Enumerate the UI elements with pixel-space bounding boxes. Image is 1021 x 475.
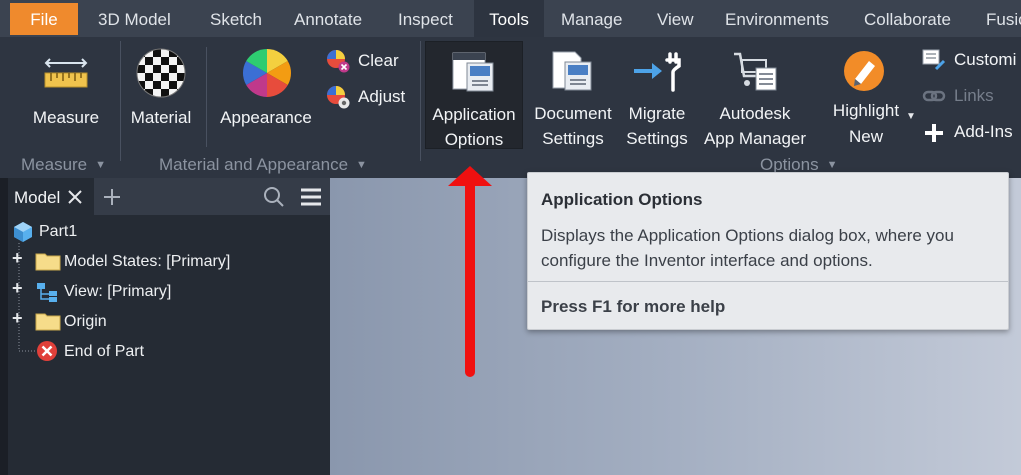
material-button[interactable]: Material	[125, 45, 197, 145]
model-tab-label: Model	[14, 188, 61, 207]
browser-header: Model	[8, 178, 330, 215]
material-appearance-panel-label: Material and Appearance	[159, 155, 349, 174]
adjust-button[interactable]: Adjust	[326, 83, 416, 109]
customize-button[interactable]: Customi	[922, 47, 1021, 73]
tree-label: Origin	[64, 313, 107, 330]
expand-icon[interactable]: +	[12, 308, 23, 329]
tab-fusion[interactable]: Fusio	[986, 0, 1021, 37]
ruler-icon	[44, 58, 88, 88]
chevron-down-icon: ▼	[826, 159, 838, 171]
part-cube-icon	[14, 222, 32, 242]
link-icon	[922, 90, 946, 102]
panel-divider	[120, 41, 121, 161]
add-ins-button[interactable]: Add-Ins	[922, 119, 1021, 145]
links-button[interactable]: Links	[922, 83, 1021, 109]
clear-label: Clear	[358, 51, 399, 70]
measure-button[interactable]: Measure	[20, 45, 112, 145]
document-settings-icon	[552, 51, 592, 91]
tree-label: Part1	[39, 223, 78, 240]
customize-icon	[922, 49, 946, 71]
tree-label: Model States: [Primary]	[64, 253, 231, 270]
tab-file[interactable]: File	[10, 3, 78, 35]
highlight-new-button[interactable]: Highlight New ▼	[826, 41, 916, 149]
migrate-settings-icon	[634, 52, 681, 92]
folder-icon	[35, 313, 61, 331]
close-icon[interactable]	[67, 189, 83, 205]
model-tab[interactable]: Model	[8, 178, 94, 215]
tooltip-description-line1: Displays the Application Options dialog …	[541, 226, 954, 245]
panel-divider	[420, 41, 421, 161]
migrate-settings-label-line1: Migrate	[628, 104, 686, 123]
tooltip-application-options: Application Options Displays the Applica…	[527, 172, 1009, 330]
view-rep-icon	[37, 283, 57, 302]
ribbon: Measure Measure ▼ Material Appearance Cl…	[0, 37, 1021, 178]
tab-collaborate[interactable]: Collaborate	[864, 0, 951, 37]
document-settings-label-line2: Settings	[542, 129, 604, 148]
menu-icon[interactable]	[300, 187, 322, 207]
tooltip-help: Press F1 for more help	[541, 297, 726, 316]
appearance-button[interactable]: Appearance	[214, 45, 318, 145]
tab-annotate[interactable]: Annotate	[294, 0, 362, 37]
add-ins-label: Add-Ins	[954, 122, 1013, 141]
measure-panel-title[interactable]: Measure ▼	[21, 155, 106, 175]
app-manager-button[interactable]: Autodesk App Manager	[697, 41, 813, 149]
tooltip-title: Application Options	[541, 190, 703, 209]
search-icon[interactable]	[263, 186, 285, 208]
checker-sphere-icon	[136, 48, 186, 98]
add-tab-icon[interactable]	[103, 188, 121, 206]
tree-label: End of Part	[64, 343, 145, 360]
annotation-arrow	[448, 166, 492, 377]
application-options-label-line2: Options	[444, 130, 504, 149]
tree-label: View: [Primary]	[64, 283, 172, 300]
folder-icon	[35, 253, 61, 271]
adjust-label: Adjust	[358, 87, 406, 106]
chevron-down-icon: ▼	[356, 159, 367, 171]
tab-tools[interactable]: Tools	[474, 0, 544, 37]
document-settings-label-line1: Document	[534, 104, 612, 123]
links-label: Links	[954, 86, 994, 105]
expand-icon[interactable]: +	[12, 278, 23, 299]
document-settings-button[interactable]: Document Settings	[527, 41, 619, 149]
adjust-appearance-icon	[327, 86, 350, 109]
measure-panel-label: Measure	[21, 155, 88, 174]
tab-manage[interactable]: Manage	[561, 0, 622, 37]
plus-icon	[925, 124, 943, 142]
migrate-settings-label-line2: Settings	[626, 129, 688, 148]
highlight-new-label-line2: New	[848, 127, 883, 146]
end-of-part-icon	[37, 341, 57, 361]
migrate-settings-button[interactable]: Migrate Settings	[620, 41, 694, 149]
measure-label: Measure	[32, 108, 100, 127]
tab-environments[interactable]: Environments	[725, 0, 829, 37]
highlight-new-label-line1: Highlight	[832, 101, 900, 120]
model-browser: Model Part1 + Model States: [Primary] + …	[8, 178, 330, 475]
color-wheel-icon	[242, 48, 292, 97]
material-appearance-panel-title[interactable]: Material and Appearance ▼	[159, 155, 367, 175]
tab-3d-model[interactable]: 3D Model	[98, 0, 171, 37]
inventor-window: File 3D Model Sketch Annotate Inspect To…	[0, 0, 1021, 475]
panel-divider	[206, 47, 207, 147]
application-options-icon	[452, 52, 494, 92]
clear-button[interactable]: Clear	[326, 47, 416, 73]
material-label: Material	[130, 108, 192, 127]
shopping-cart-icon	[734, 52, 777, 91]
tooltip-description: Displays the Application Options dialog …	[541, 223, 1001, 273]
app-manager-label-line1: Autodesk	[719, 104, 791, 123]
application-options-button[interactable]: Application Options	[425, 41, 523, 149]
tooltip-description-line2: configure the Inventor interface and opt…	[541, 251, 873, 270]
tooltip-divider	[528, 281, 1008, 282]
appearance-label: Appearance	[220, 108, 312, 127]
clear-appearance-icon	[327, 50, 350, 73]
tab-inspect[interactable]: Inspect	[398, 0, 453, 37]
customize-label: Customi	[954, 50, 1017, 69]
tab-sketch[interactable]: Sketch	[210, 0, 262, 37]
highlighter-icon	[844, 51, 884, 91]
chevron-down-icon: ▼	[906, 111, 916, 122]
application-options-label-line1: Application	[432, 105, 516, 124]
expand-icon[interactable]: +	[12, 248, 23, 269]
tab-view[interactable]: View	[657, 0, 694, 37]
chevron-down-icon: ▼	[95, 159, 107, 171]
ribbon-tab-bar: File 3D Model Sketch Annotate Inspect To…	[0, 0, 1021, 37]
app-manager-label-line2: App Manager	[703, 129, 807, 148]
